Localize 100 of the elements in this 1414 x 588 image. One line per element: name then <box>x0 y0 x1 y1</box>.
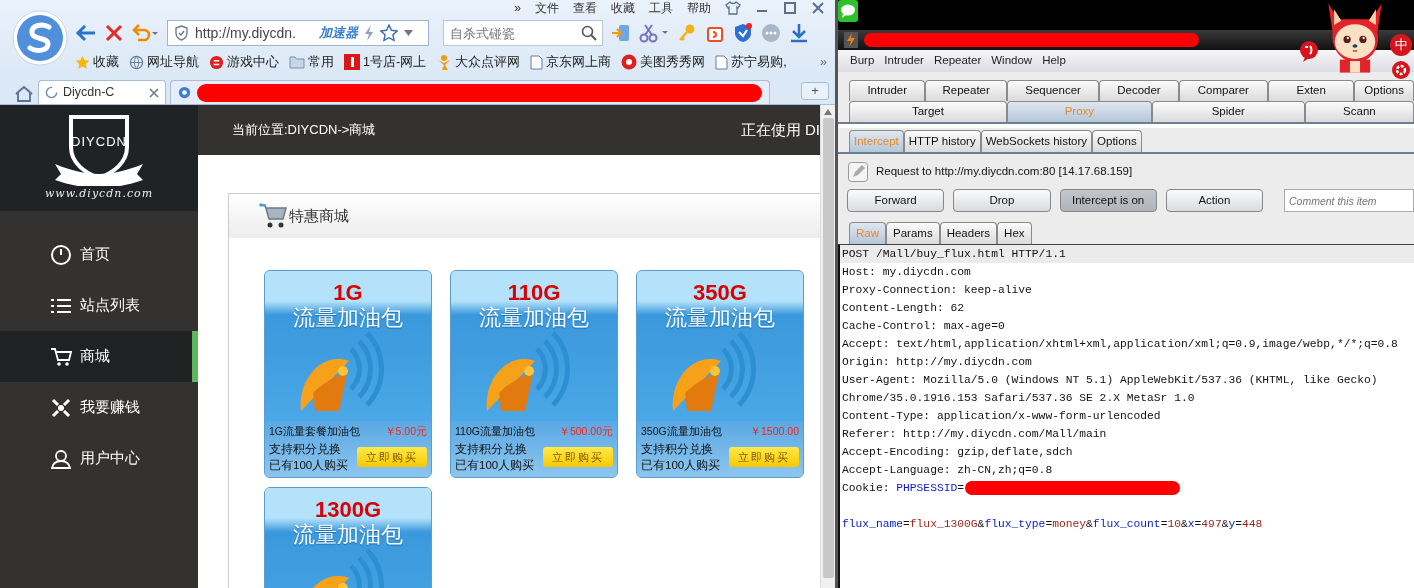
nav-item[interactable]: 首页 <box>0 229 198 280</box>
request-editor[interactable] <box>838 244 1414 588</box>
phone-icon[interactable] <box>611 23 631 43</box>
close-icon[interactable] <box>149 87 159 98</box>
menu-item[interactable]: Repeater <box>933 52 982 70</box>
lightning-icon[interactable] <box>364 25 374 41</box>
gauge-icon <box>50 243 72 266</box>
bookmark-link[interactable]: 收藏 <box>75 52 119 72</box>
breadcrumb: 当前位置:DIYCDN->商城 <box>232 121 376 140</box>
shield-icon <box>174 25 189 41</box>
scissors-icon[interactable] <box>639 23 669 43</box>
menu-item[interactable]: Intruder <box>884 52 924 70</box>
chat-app-icon[interactable] <box>838 0 858 22</box>
menu-item[interactable]: Burp <box>850 52 875 70</box>
product-caption: 流量加油包 <box>479 305 589 331</box>
request-line: User-Agent: Mozilla/5.0 (Windows NT 5.1) AppleWebKit/537.36 (KHTML, like Gecko) <box>842 373 1378 388</box>
browser-tab[interactable] <box>170 80 770 104</box>
page-icon <box>715 54 729 70</box>
bookmark-link[interactable]: 1号店-网上 <box>344 52 427 72</box>
comment-field[interactable]: Comment this item <box>1284 189 1414 212</box>
bookmark-link[interactable]: 游戏中心 <box>209 52 279 72</box>
stop-icon[interactable] <box>105 24 123 42</box>
toolbar-button[interactable]: Forward <box>847 189 945 212</box>
tab[interactable]: Scann <box>1304 101 1414 122</box>
more-bookmarks-link[interactable]: » <box>820 52 827 72</box>
bookmark-link[interactable]: 京东网上商 <box>530 52 612 72</box>
speech-bubble-icon[interactable] <box>1298 40 1320 62</box>
request-line: Cookie: PHPSESSID= <box>842 481 965 496</box>
tab[interactable]: Exten <box>1268 80 1355 101</box>
nav-item[interactable]: 我要赚钱 <box>0 382 198 433</box>
tab[interactable]: HTTP history <box>903 130 981 152</box>
points-note: 支持积分兑换 <box>455 442 528 457</box>
star-icon <box>75 54 90 70</box>
menu-item[interactable]: 收藏 <box>611 0 635 17</box>
bookmark-link[interactable]: 美图秀秀网 <box>621 52 706 72</box>
toolbar-button[interactable]: Intercept is on <box>1059 189 1157 212</box>
user-icon <box>50 447 72 470</box>
logo-url: www.diycdn.com <box>44 185 154 202</box>
scrollbar[interactable] <box>820 105 835 588</box>
request-line: Accept-Encoding: gzip,deflate,sdch <box>842 445 1073 460</box>
undo-icon[interactable] <box>131 24 159 42</box>
browser-logo-icon <box>12 10 68 66</box>
tab[interactable]: Spider <box>1151 101 1305 122</box>
gear-icon[interactable] <box>1391 60 1411 80</box>
tab[interactable]: WebSockets history <box>980 130 1093 152</box>
product-price: ￥5.00元 <box>384 424 427 440</box>
pencil-icon[interactable] <box>848 162 868 182</box>
meitu-icon <box>621 54 638 70</box>
tab[interactable]: Intruder <box>849 80 926 101</box>
menu-item[interactable]: 帮助 <box>687 0 711 17</box>
bookmark-link[interactable]: 网址导航 <box>129 52 199 72</box>
menu-item[interactable]: 查看 <box>573 0 597 17</box>
sold-count: 已有100人购买 <box>641 458 721 473</box>
loading-icon <box>45 86 58 99</box>
caret-icon[interactable] <box>404 30 413 36</box>
tab[interactable]: Target <box>849 101 1007 122</box>
back-icon[interactable] <box>75 24 97 42</box>
address-bar[interactable]: http://my.diycdn. 加速器 <box>167 20 429 46</box>
request-target: Request to http://my.diycdn.com:80 [14.17.68.159] <box>876 164 1133 180</box>
accelerator-label[interactable]: 加速器 <box>319 23 358 43</box>
bookmark-link[interactable]: 苏宁易购, <box>715 52 787 72</box>
maximize-icon[interactable] <box>783 1 797 15</box>
new-tab-button[interactable]: + <box>801 82 829 100</box>
tab[interactable]: Repeater <box>925 80 1007 101</box>
buy-button[interactable]: 立即购买 <box>357 447 427 467</box>
nav-item[interactable]: 用户中心 <box>0 433 198 484</box>
shield-icon[interactable] <box>733 23 753 43</box>
toolbar-button[interactable]: Drop <box>953 189 1051 212</box>
product-size: 110G <box>507 281 561 305</box>
browser-tab[interactable]: Diycdn-C <box>38 80 166 104</box>
menu-item[interactable]: Help <box>1042 52 1066 70</box>
buy-button[interactable]: 立即购买 <box>729 447 799 467</box>
scroll-up-icon[interactable] <box>824 109 832 115</box>
buy-button[interactable]: 立即购买 <box>543 447 613 467</box>
nav-item[interactable]: 商城 <box>0 331 198 382</box>
close-icon[interactable] <box>811 1 825 15</box>
status-text: 正在使用 DI <box>740 119 820 140</box>
tab[interactable]: Options <box>1092 130 1142 152</box>
tab[interactable]: Sequencer <box>1006 80 1100 101</box>
search-icon[interactable] <box>581 25 597 41</box>
tab[interactable]: Comparer <box>1178 80 1268 101</box>
menu-item[interactable]: Window <box>991 52 1033 70</box>
menu-item[interactable]: » <box>514 0 521 17</box>
star-icon[interactable] <box>380 24 398 42</box>
bookmark-link[interactable]: 大众点评网 <box>436 52 521 72</box>
tab[interactable]: Hex <box>997 222 1032 244</box>
request-line: Cache-Control: max-age=0 <box>842 319 1005 334</box>
toolbar-button[interactable]: Action <box>1165 189 1263 212</box>
tab[interactable]: Headers <box>939 222 998 244</box>
search-field[interactable]: 自杀式碰瓷 <box>443 20 603 46</box>
tab[interactable]: Decoder <box>1099 80 1179 101</box>
bookmark-link[interactable]: 常用 <box>289 52 334 72</box>
home-icon[interactable] <box>14 84 34 104</box>
nav-item[interactable]: 站点列表 <box>0 280 198 331</box>
skin-icon[interactable] <box>725 1 741 15</box>
tab[interactable]: Params <box>886 222 940 244</box>
tab[interactable]: Options <box>1354 80 1414 101</box>
download-icon[interactable] <box>789 23 809 43</box>
menu-item[interactable]: 文件 <box>535 0 559 17</box>
menu-item[interactable]: 工具 <box>649 0 673 17</box>
